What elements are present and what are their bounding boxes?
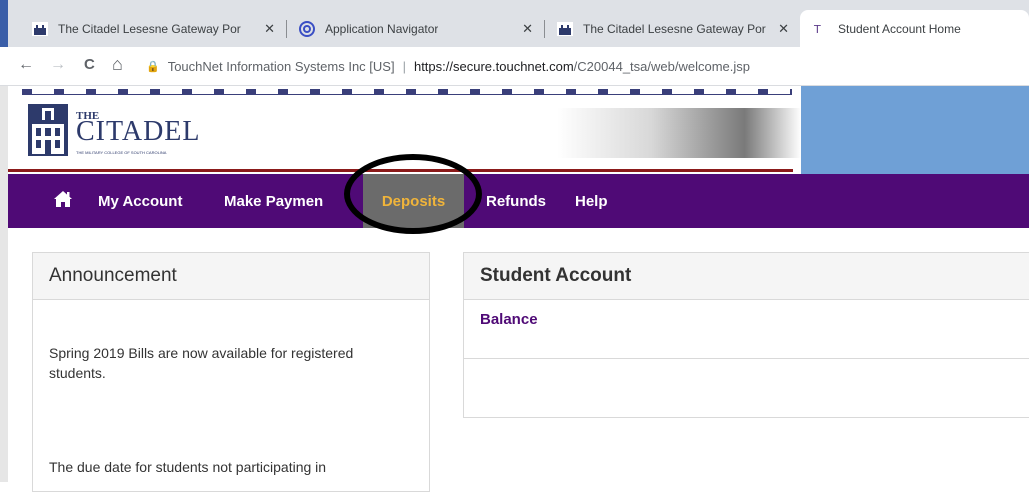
header-border-line bbox=[22, 94, 792, 95]
close-tab-icon[interactable]: ✕ bbox=[778, 21, 789, 37]
logo-subtitle: THE MILITARY COLLEGE OF SOUTH CAROLINA bbox=[76, 150, 167, 155]
browser-tab-citadel-2[interactable]: The Citadel Lesesne Gateway Por ✕ bbox=[545, 10, 799, 47]
back-arrow-icon[interactable]: ← bbox=[18, 56, 34, 74]
close-tab-icon[interactable]: ✕ bbox=[522, 21, 533, 37]
balance-label[interactable]: Balance bbox=[480, 311, 538, 328]
lock-icon[interactable]: 🔒 bbox=[146, 60, 160, 73]
touchnet-favicon-icon: T bbox=[812, 22, 828, 36]
omnibox-separator: | bbox=[402, 58, 406, 74]
citadel-logo[interactable]: THE CITADEL THE MILITARY COLLEGE OF SOUT… bbox=[28, 104, 218, 156]
nav-help[interactable]: Help bbox=[575, 174, 608, 228]
home-icon[interactable] bbox=[53, 190, 73, 208]
citadel-favicon-icon bbox=[557, 21, 573, 36]
site-identity: TouchNet Information Systems Inc [US] bbox=[167, 58, 395, 74]
tab-title: The Citadel Lesesne Gateway Por bbox=[58, 21, 241, 36]
citadel-favicon-icon bbox=[32, 21, 48, 36]
nav-refunds[interactable]: Refunds bbox=[486, 174, 546, 228]
tab-title: The Citadel Lesesne Gateway Por bbox=[583, 21, 766, 36]
page-content: THE CITADEL THE MILITARY COLLEGE OF SOUT… bbox=[0, 86, 1029, 492]
nav-label: My Account bbox=[98, 192, 183, 210]
announcement-card: Announcement Spring 2019 Bills are now a… bbox=[32, 252, 430, 492]
browser-tab-application-navigator[interactable]: Application Navigator ✕ bbox=[287, 10, 543, 47]
browser-tab-citadel-1[interactable]: The Citadel Lesesne Gateway Por ✕ bbox=[20, 10, 285, 47]
nav-make-payment[interactable]: Make Paymen bbox=[224, 174, 323, 228]
nav-label: Make Paymen bbox=[224, 192, 324, 210]
nav-label: Refunds bbox=[486, 192, 546, 210]
annotation-circle bbox=[344, 154, 482, 234]
tab-title: Application Navigator bbox=[325, 21, 439, 36]
url-host: https://secure.touchnet.com bbox=[413, 58, 574, 74]
citadel-tower-icon bbox=[28, 104, 68, 156]
logo-name: CITADEL bbox=[76, 116, 201, 147]
nav-label: Help bbox=[575, 192, 608, 210]
card-divider bbox=[464, 358, 1029, 359]
close-tab-icon[interactable]: ✕ bbox=[264, 21, 275, 37]
site-header: THE CITADEL THE MILITARY COLLEGE OF SOUT… bbox=[8, 86, 1029, 174]
announcement-paragraph: The due date for students not participat… bbox=[49, 459, 327, 475]
reload-icon[interactable]: C bbox=[84, 56, 95, 73]
announcement-title: Announcement bbox=[33, 253, 429, 300]
main-navigation: My Account Make Paymen Deposits Refunds … bbox=[8, 174, 1029, 228]
header-blue-panel bbox=[801, 86, 1029, 174]
header-banner-gradient bbox=[426, 108, 801, 158]
address-bar[interactable]: 🔒 TouchNet Information Systems Inc [US] … bbox=[146, 53, 1029, 79]
navigator-favicon-icon bbox=[299, 20, 315, 37]
browser-toolbar: ← → C ⌂ 🔒 TouchNet Information Systems I… bbox=[0, 47, 1029, 86]
home-button-icon[interactable]: ⌂ bbox=[112, 54, 123, 75]
student-account-title: Student Account bbox=[464, 253, 1029, 300]
forward-arrow-icon[interactable]: → bbox=[50, 56, 66, 74]
url-path: /C20044_tsa/web/welcome.jsp bbox=[573, 58, 750, 74]
browser-tab-strip: The Citadel Lesesne Gateway Por ✕ Applic… bbox=[0, 0, 1029, 47]
nav-my-account[interactable]: My Account bbox=[98, 174, 182, 228]
page-left-edge bbox=[0, 86, 8, 482]
tab-title: Student Account Home bbox=[838, 21, 961, 36]
student-account-card: Student Account Balance bbox=[463, 252, 1029, 418]
announcement-paragraph: Spring 2019 Bills are now available for … bbox=[49, 345, 354, 381]
tab-bar: The Citadel Lesesne Gateway Por ✕ Applic… bbox=[0, 10, 1029, 47]
browser-tab-student-account-home[interactable]: T Student Account Home bbox=[800, 10, 1029, 47]
svg-text:T: T bbox=[813, 23, 821, 36]
